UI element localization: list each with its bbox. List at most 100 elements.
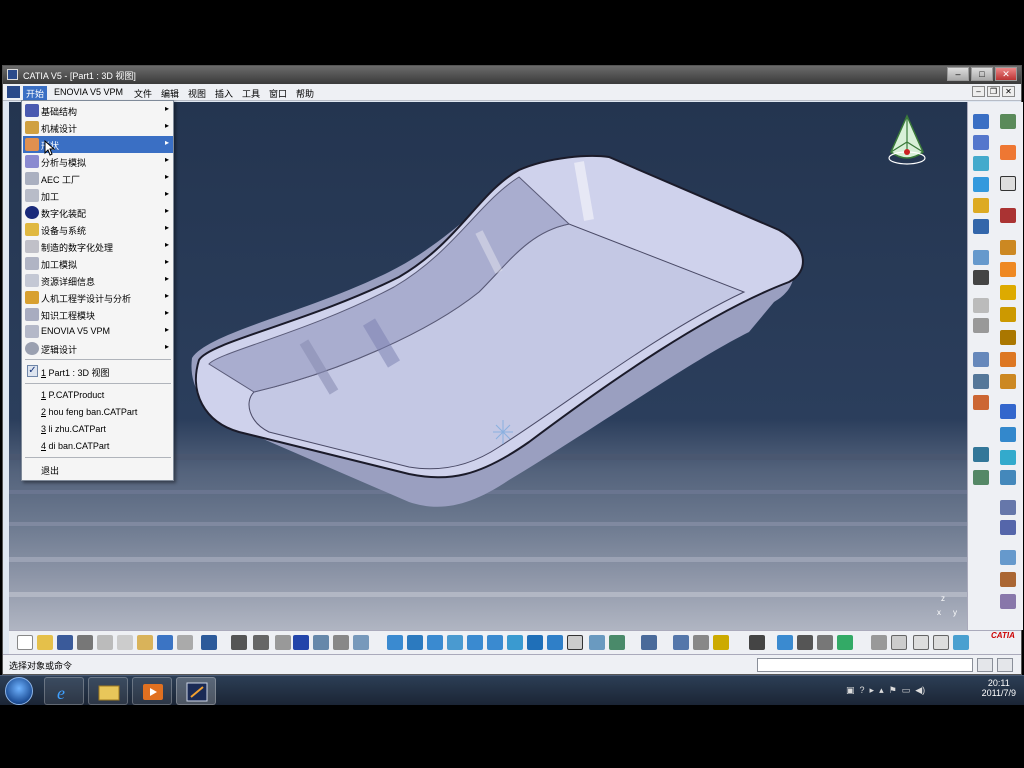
fly-mode-icon[interactable] xyxy=(387,635,403,650)
doc-minimize-button[interactable]: – xyxy=(972,86,985,97)
menu-enovia[interactable]: ENOVIA V5 VPM xyxy=(51,86,126,98)
clash-icon[interactable] xyxy=(693,635,709,650)
light-icon[interactable] xyxy=(891,635,907,650)
pan-icon[interactable] xyxy=(427,635,443,650)
sweep-icon[interactable] xyxy=(973,198,989,213)
title-bar[interactable]: CATIA V5 - [Part1 : 3D 视图] – □ ✕ xyxy=(3,66,1021,84)
windows-start-button[interactable] xyxy=(5,677,33,705)
start-menu-item-ergonomics[interactable]: 人机工程学设计与分析 ▸ xyxy=(23,289,173,306)
symmetry-icon[interactable] xyxy=(1000,450,1016,465)
sketch-icon[interactable] xyxy=(973,114,989,129)
start-menu-item-logical-design[interactable]: 逻辑设计 ▸ xyxy=(23,340,173,357)
minimize-button[interactable]: – xyxy=(947,67,969,81)
redo-icon[interactable] xyxy=(177,635,193,650)
measure-icon[interactable] xyxy=(1000,176,1016,191)
hide-show-icon[interactable] xyxy=(589,635,605,650)
catalog-icon[interactable] xyxy=(313,635,329,650)
copy-icon[interactable] xyxy=(117,635,133,650)
recent-file-item[interactable]: 4 di ban.CATPart xyxy=(23,438,173,455)
list-icon[interactable] xyxy=(353,635,369,650)
taskbar-file-explorer-icon[interactable] xyxy=(88,677,128,705)
menu-tools[interactable]: 工具 xyxy=(239,86,263,101)
shell-icon[interactable] xyxy=(973,318,989,333)
close-button[interactable]: ✕ xyxy=(995,67,1017,81)
affinity-icon[interactable] xyxy=(1000,500,1016,515)
material-library-icon[interactable] xyxy=(797,635,813,650)
rotate-view-icon[interactable] xyxy=(447,635,463,650)
print-icon[interactable] xyxy=(77,635,93,650)
param-icon[interactable] xyxy=(275,635,291,650)
multi-view-icon[interactable] xyxy=(527,635,543,650)
paste-icon[interactable] xyxy=(137,635,153,650)
start-menu-item-equipment-systems[interactable]: 设备与系统 ▸ xyxy=(23,221,173,238)
draft-icon[interactable] xyxy=(1000,330,1016,345)
start-menu-item-machining-simulation[interactable]: 加工模拟 ▸ xyxy=(23,255,173,272)
tray-volume-icon[interactable]: ◀) xyxy=(915,685,925,696)
grid-icon[interactable] xyxy=(1000,572,1016,587)
menu-window[interactable]: 窗口 xyxy=(266,86,290,101)
start-menu-item-machining[interactable]: 加工 ▸ xyxy=(23,187,173,204)
maximize-button[interactable]: □ xyxy=(971,67,993,81)
plane-shape-icon[interactable] xyxy=(973,470,989,485)
exit-menu-item[interactable]: 退出 xyxy=(23,461,173,478)
menu-edit[interactable]: 编辑 xyxy=(158,86,182,101)
table-icon[interactable] xyxy=(293,635,309,650)
tray-expand-icon[interactable]: ▴ xyxy=(879,685,884,696)
section-icon[interactable] xyxy=(673,635,689,650)
translate-icon[interactable] xyxy=(1000,404,1016,419)
command-help-button[interactable] xyxy=(997,658,1013,672)
plane-icon[interactable] xyxy=(973,395,989,410)
fill-icon[interactable] xyxy=(973,219,989,234)
start-menu-item-enovia[interactable]: ENOVIA V5 VPM ▸ xyxy=(23,323,173,340)
rotation-icon[interactable] xyxy=(871,635,887,650)
environment-icon[interactable] xyxy=(837,635,853,650)
split-icon[interactable] xyxy=(1000,262,1016,277)
pattern-icon[interactable] xyxy=(1000,520,1016,535)
open-icon[interactable] xyxy=(37,635,53,650)
tray-language-icon[interactable]: ▸ xyxy=(870,685,875,696)
menu-file[interactable]: 文件 xyxy=(131,86,155,101)
scaling-icon[interactable] xyxy=(1000,470,1016,485)
apply-material-icon[interactable] xyxy=(777,635,793,650)
tray-network-icon[interactable]: ▣ xyxy=(846,685,855,696)
doc-restore-button[interactable]: ❐ xyxy=(987,86,1000,97)
knowledge-icon[interactable] xyxy=(253,635,269,650)
normal-view-icon[interactable] xyxy=(507,635,523,650)
menu-insert[interactable]: 插入 xyxy=(212,86,236,101)
product-icon[interactable] xyxy=(641,635,657,650)
recent-file-item[interactable]: 3 li zhu.CATPart xyxy=(23,421,173,438)
iso-view-icon[interactable] xyxy=(547,635,563,650)
start-menu-item-resource-detailing[interactable]: 资源详细信息 ▸ xyxy=(23,272,173,289)
catia-menu-icon[interactable] xyxy=(7,86,20,98)
start-menu-item-mechanical-design[interactable]: 机械设计 ▸ xyxy=(23,119,173,136)
point-icon[interactable] xyxy=(973,352,989,367)
instance-icon[interactable] xyxy=(333,635,349,650)
extrude-icon[interactable] xyxy=(973,156,989,171)
trim-icon[interactable] xyxy=(1000,285,1016,300)
lock-icon[interactable] xyxy=(713,635,729,650)
select-icon[interactable] xyxy=(1000,145,1016,160)
chamfer-icon[interactable] xyxy=(1000,374,1016,389)
undo-icon[interactable] xyxy=(157,635,173,650)
command-input[interactable] xyxy=(757,658,973,672)
camera-icon[interactable] xyxy=(749,635,765,650)
fillet-icon[interactable] xyxy=(1000,352,1016,367)
recent-file-item[interactable]: 2 hou feng ban.CATPart xyxy=(23,404,173,421)
tray-help-icon[interactable]: ? xyxy=(860,685,865,696)
swap-visible-icon[interactable] xyxy=(609,635,625,650)
menu-view[interactable]: 视图 xyxy=(185,86,209,101)
whats-this-icon[interactable] xyxy=(201,635,217,650)
rotate-icon[interactable] xyxy=(1000,427,1016,442)
save-icon[interactable] xyxy=(57,635,73,650)
recent-file-item[interactable]: 1 P.CATProduct xyxy=(23,387,173,404)
start-menu-item-aec-plant[interactable]: AEC 工厂 ▸ xyxy=(23,170,173,187)
tray-display-icon[interactable]: ▭ xyxy=(902,685,911,696)
formula-icon[interactable] xyxy=(231,635,247,650)
doc-close-button[interactable]: ✕ xyxy=(1002,86,1015,97)
menu-start[interactable]: 开始 xyxy=(23,86,48,101)
positioned-sketch-icon[interactable] xyxy=(973,135,989,150)
zoom-in-icon[interactable] xyxy=(467,635,483,650)
scale-icon[interactable] xyxy=(913,635,929,650)
tray-flag-icon[interactable]: ⚑ xyxy=(889,685,897,696)
save-geometry-icon[interactable] xyxy=(973,270,989,285)
